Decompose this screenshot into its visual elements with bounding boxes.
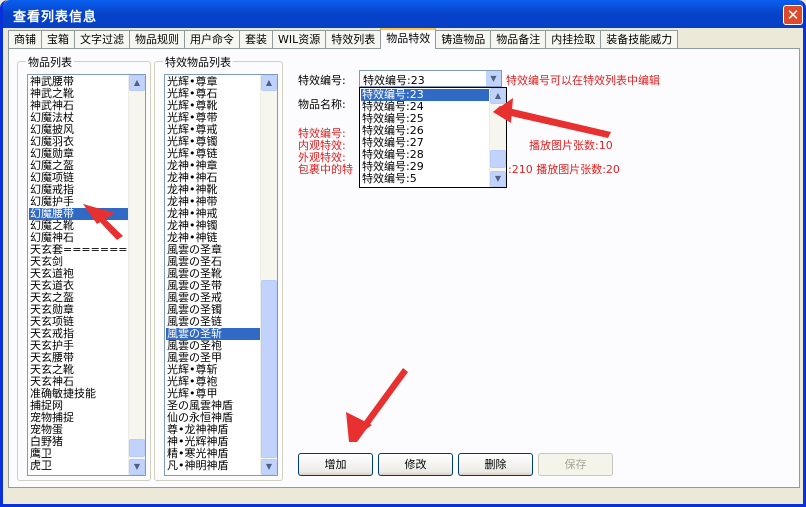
scroll-down-icon[interactable]: ▼ [490, 171, 506, 187]
tab[interactable]: 内挂捡取 [545, 30, 602, 48]
tab[interactable]: WIL资源 [272, 30, 327, 48]
close-button[interactable]: ✕ [783, 5, 803, 25]
item-list-label: 物品列表 [26, 54, 74, 70]
add-button[interactable]: 增加 [298, 453, 373, 476]
tab[interactable]: 用户命令 [184, 30, 240, 48]
chevron-down-icon[interactable]: ▼ [486, 71, 501, 86]
play-count-bag: :210 播放图片张数:20 [508, 163, 620, 176]
info-bag-effect: 包裹中的特 [298, 163, 353, 176]
effect-listbox[interactable]: 光辉•尊章 光辉•尊石 光辉•尊靴 光辉•尊带 光辉•尊戒 光辉•尊镯 光辉•尊链 龙神•神章… [164, 74, 278, 476]
effect-list-scrollbar[interactable]: ▲ ▼ [260, 75, 277, 475]
title-bar[interactable]: 查看列表信息 ✕ [3, 0, 803, 28]
tab[interactable]: 宝箱 [41, 30, 75, 48]
tab-strip: 商铺 宝箱 文字过滤 物品规则 用户命令 套装 WIL资源 特效列表 物品特效 铸造物品 物品备注内… [8, 28, 679, 49]
tab[interactable]: 物品特效 [380, 28, 437, 49]
effect-list-items: 光辉•尊章 光辉•尊石 光辉•尊靴 光辉•尊带 光辉•尊戒 光辉•尊镯 光辉•尊链 龙神•神章… [166, 76, 260, 474]
scroll-down-icon[interactable]: ▼ [129, 459, 145, 475]
dropdown-option[interactable]: 特效编号:5 [361, 173, 490, 185]
tab[interactable]: 物品规则 [129, 30, 185, 48]
edit-button[interactable]: 修改 [378, 453, 453, 476]
tab[interactable]: 特效列表 [325, 30, 382, 48]
scroll-thumb[interactable] [129, 439, 145, 457]
scroll-up-icon[interactable]: ▲ [129, 75, 145, 91]
effect-no-label: 特效编号: [298, 74, 346, 87]
item-name-label: 物品名称: [298, 98, 346, 111]
scroll-thumb[interactable] [261, 280, 277, 458]
tab[interactable]: 套装 [239, 30, 273, 48]
item-list-item[interactable]: 虎卫 [29, 460, 128, 472]
tab[interactable]: 物品备注 [490, 30, 547, 48]
effect-no-combobox[interactable]: 特效编号:23 ▼ [359, 70, 502, 87]
tab[interactable]: 铸造物品 [435, 30, 492, 48]
item-listbox[interactable]: 神武腰带 神武之靴 神武神石 幻魔法杖 幻魔披风 幻魔羽衣 幻魔勋章 幻魔之盔 幻魔项链 幻魔戒指… [27, 74, 146, 476]
item-list-scrollbar[interactable]: ▲ ▼ [128, 75, 145, 475]
dropdown-items: 特效编号:23 特效编号:24 特效编号:25 特效编号:26 特效编号:27 特效编号:… [361, 89, 490, 186]
save-button[interactable]: 保存 [538, 453, 613, 476]
effect-hint: 特效编号可以在特效列表中编辑 [506, 74, 660, 87]
dropdown-scrollbar[interactable]: ▲ ▼ [489, 88, 506, 187]
scroll-up-icon[interactable]: ▲ [490, 88, 506, 104]
play-count-inner: 播放图片张数:10 [529, 139, 613, 152]
window-title: 查看列表信息 [13, 10, 98, 25]
tab[interactable]: 装备技能威力 [600, 30, 679, 48]
scroll-down-icon[interactable]: ▼ [261, 459, 277, 475]
item-list-group: 物品列表 神武腰带 神武之靴 神武神石 幻魔法杖 幻魔披风 幻魔羽衣 幻魔勋章 幻魔之盔 幻魔项… [17, 54, 151, 481]
effect-no-dropdown-list[interactable]: 特效编号:23 特效编号:24 特效编号:25 特效编号:26 特效编号:27 特效编号:… [359, 87, 507, 188]
effect-no-value: 特效编号:23 [363, 74, 425, 87]
effect-list-label: 特效物品列表 [163, 54, 233, 70]
item-list-items: 神武腰带 神武之靴 神武神石 幻魔法杖 幻魔披风 幻魔羽衣 幻魔勋章 幻魔之盔 幻魔项链 幻魔戒指… [29, 76, 128, 474]
tab[interactable]: 文字过滤 [74, 30, 130, 48]
tab[interactable]: 商铺 [8, 30, 42, 48]
scroll-up-icon[interactable]: ▲ [261, 75, 277, 91]
effect-list-group: 特效物品列表 光辉•尊章 光辉•尊石 光辉•尊靴 光辉•尊带 光辉•尊戒 光辉•尊镯 光辉•… [154, 54, 283, 481]
tab-panel: 物品列表 神武腰带 神武之靴 神武神石 幻魔法杖 幻魔披风 幻魔羽衣 幻魔勋章 幻魔之盔 幻魔项… [8, 48, 800, 488]
delete-button[interactable]: 删除 [458, 453, 533, 476]
scroll-thumb[interactable] [490, 150, 506, 168]
effect-list-item[interactable]: 凡•神明神盾 [166, 460, 260, 472]
main-window: 查看列表信息 ✕ 商铺 宝箱 文字过滤 物品规则 用户命令 套装 WIL资源 特效列表 物品特效… [0, 0, 806, 507]
